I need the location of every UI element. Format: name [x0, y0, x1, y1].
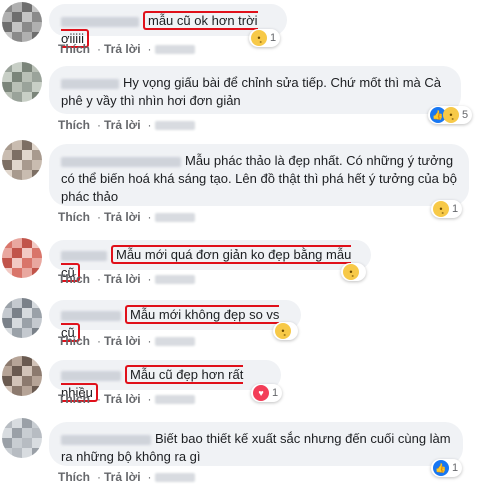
comment-bubble: Mẫu mới không đẹp so vs cũ: [49, 300, 301, 342]
comment-actions: Thích · Trả lời ·: [58, 118, 199, 132]
reaction-summary[interactable]: •̥: [273, 322, 298, 340]
like-link[interactable]: Thích: [58, 392, 90, 406]
timestamp[interactable]: [154, 473, 195, 483]
like-link[interactable]: Thích: [58, 118, 90, 132]
avatar[interactable]: [2, 418, 42, 458]
sad-icon: •̥: [275, 323, 291, 339]
timestamp[interactable]: [154, 213, 195, 223]
comment-actions: Thích · Trả lời ·: [58, 392, 199, 406]
like-link[interactable]: Thích: [58, 470, 90, 484]
comment-bubble: Mẫu phác thảo là đẹp nhất. Có những ý tư…: [49, 144, 469, 206]
love-icon: ♥: [253, 385, 269, 401]
reaction-summary[interactable]: •̥ 1: [249, 29, 281, 47]
author-name[interactable]: [61, 310, 121, 321]
reaction-count: 1: [272, 387, 279, 399]
timestamp[interactable]: [154, 337, 195, 347]
reply-link[interactable]: Trả lời: [104, 210, 141, 224]
reaction-summary[interactable]: 👍 •̥ 5: [428, 106, 473, 124]
timestamp[interactable]: [154, 395, 195, 405]
comment-actions: Thích · Trả lời ·: [58, 42, 199, 56]
reaction-count: 1: [270, 32, 277, 44]
comment-bubble: Hy vọng giấu bài để chỉnh sửa tiếp. Chứ …: [49, 66, 461, 114]
avatar[interactable]: [2, 356, 42, 396]
like-link[interactable]: Thích: [58, 42, 90, 56]
comment-actions: Thích · Trả lời ·: [58, 272, 199, 286]
comment-bubble: Mẫu cũ đẹp hơn rất nhiều: [49, 360, 281, 402]
reply-link[interactable]: Trả lời: [104, 118, 141, 132]
reaction-summary[interactable]: 👍 1: [431, 459, 463, 477]
comment-actions: Thích · Trả lời ·: [58, 210, 199, 224]
reaction-summary[interactable]: •̥ 1: [431, 200, 463, 218]
reply-link[interactable]: Trả lời: [104, 392, 141, 406]
like-link[interactable]: Thích: [58, 272, 90, 286]
author-name[interactable]: [61, 78, 119, 89]
author-name[interactable]: [61, 16, 139, 27]
author-name[interactable]: [61, 434, 151, 445]
comment-bubble: Mẫu mới quá đơn giản ko đẹp bằng mẫu cũ: [49, 240, 371, 282]
avatar[interactable]: [2, 238, 42, 278]
timestamp[interactable]: [154, 275, 195, 285]
like-link[interactable]: Thích: [58, 210, 90, 224]
avatar[interactable]: [2, 2, 42, 42]
author-name[interactable]: [61, 156, 181, 167]
reaction-summary[interactable]: ♥ 1: [251, 384, 283, 402]
reaction-count: 5: [462, 109, 469, 121]
comment-actions: Thích · Trả lời ·: [58, 470, 199, 484]
comment-actions: Thích · Trả lời ·: [58, 334, 199, 348]
timestamp[interactable]: [154, 121, 195, 131]
reply-link[interactable]: Trả lời: [104, 470, 141, 484]
avatar[interactable]: [2, 140, 42, 180]
author-name[interactable]: [61, 370, 121, 381]
reaction-count: 1: [452, 203, 459, 215]
avatar[interactable]: [2, 298, 42, 338]
sad-icon: •̥: [433, 201, 449, 217]
comment-bubble: Biết bao thiết kế xuất sắc nhưng đến cuố…: [49, 422, 463, 466]
sad-icon: •̥: [443, 107, 459, 123]
reply-link[interactable]: Trả lời: [104, 272, 141, 286]
timestamp[interactable]: [154, 45, 195, 55]
reply-link[interactable]: Trả lời: [104, 334, 141, 348]
reaction-count: 1: [452, 462, 459, 474]
avatar[interactable]: [2, 62, 42, 102]
reply-link[interactable]: Trả lời: [104, 42, 141, 56]
sad-icon: •̥: [251, 30, 267, 46]
like-icon: 👍: [433, 460, 449, 476]
like-link[interactable]: Thích: [58, 334, 90, 348]
reaction-summary[interactable]: •̥: [341, 263, 366, 281]
sad-icon: •̥: [343, 264, 359, 280]
author-name[interactable]: [61, 250, 107, 261]
